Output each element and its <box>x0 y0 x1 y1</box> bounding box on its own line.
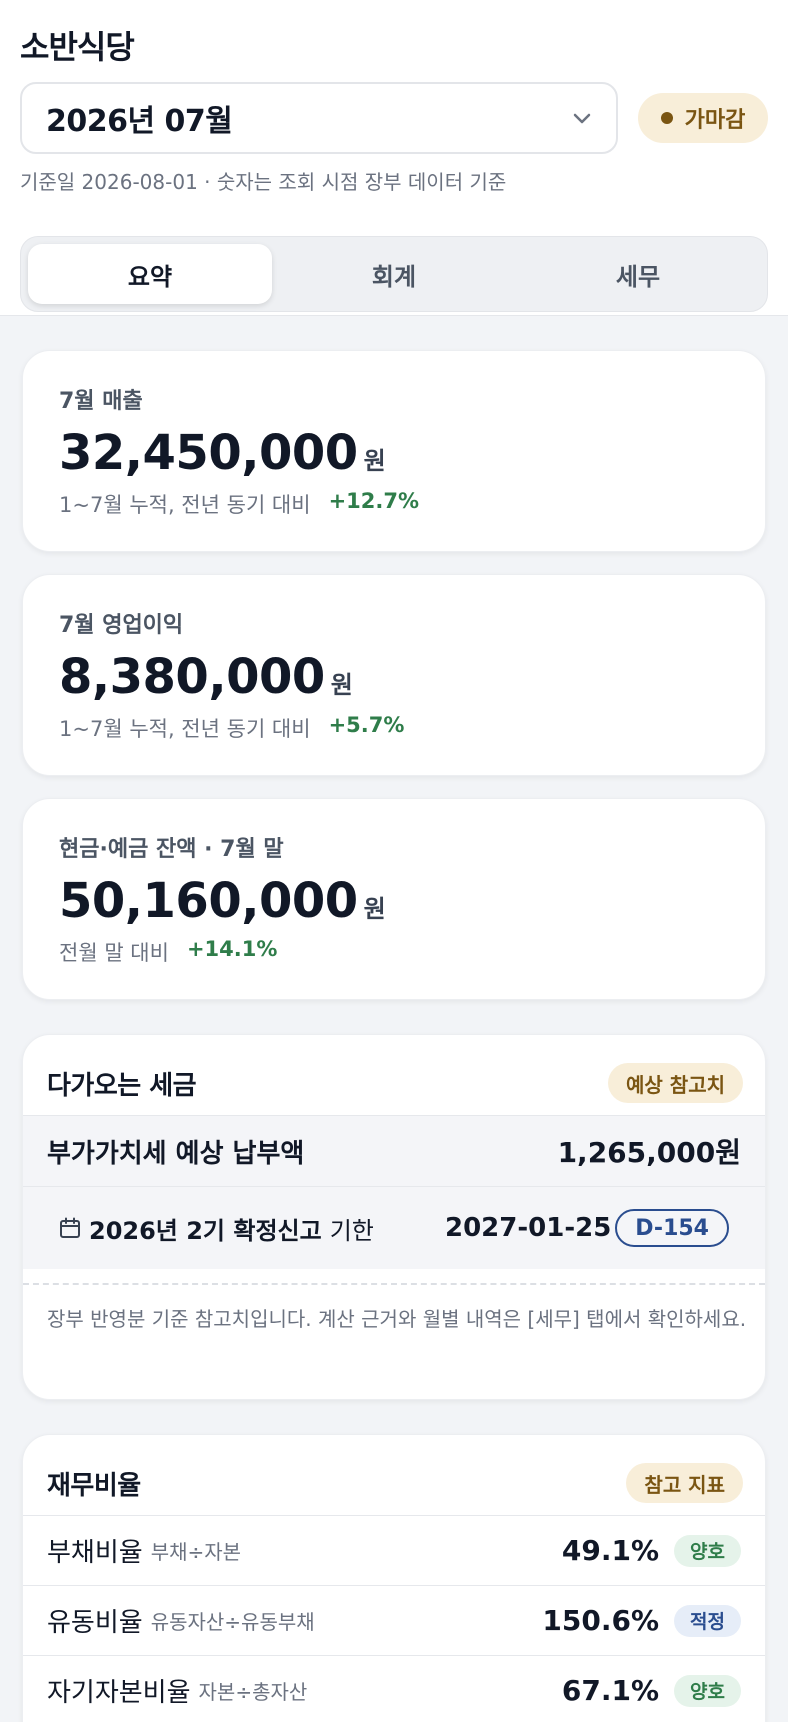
metric-value: 32,450,000 <box>59 425 358 481</box>
tab-tax[interactable]: 세무 <box>516 244 760 304</box>
compare-label: 1~7월 누적, 전년 동기 대비 <box>59 717 311 741</box>
ratio-value: 150.6% <box>542 1604 659 1637</box>
delta-value: +12.7% <box>328 489 420 513</box>
metric-label: 7월 영업이익 <box>59 613 184 638</box>
compare-label: 전월 말 대비 <box>59 941 169 965</box>
delta-value: +14.1% <box>186 937 278 961</box>
tab-accounting[interactable]: 회계 <box>272 244 516 304</box>
ratio-formula: 자본÷총자산 <box>198 1680 308 1704</box>
ratio-formula: 유동자산÷유동부채 <box>150 1610 315 1634</box>
metric-label: 현금·예금 잔액 · 7월 말 <box>59 837 284 862</box>
financial-ratios-card: 재무비율 참고 지표 부채비율 부채÷자본 49.1% 양호 유동비율 유동자산… <box>22 1434 766 1722</box>
app-title: 소반식당 <box>20 28 135 66</box>
vat-row: 부가가치세 예상 납부액 1,265,000원 <box>23 1115 765 1187</box>
ratio-name: 자기자본비율 <box>47 1678 191 1708</box>
filing-period: 2026년 2기 확정신고 <box>89 1216 322 1245</box>
section-title: 재무비율 <box>47 1471 141 1501</box>
metric-compare: 1~7월 누적, 전년 동기 대비 +12.7% <box>59 489 419 519</box>
month-select[interactable]: 2026년 07월 <box>20 82 618 154</box>
basis-note: 기준일 2026-08-01 · 숫자는 조회 시점 장부 데이터 기준 <box>20 170 507 194</box>
compare-label: 1~7월 누적, 전년 동기 대비 <box>59 493 311 517</box>
divider <box>23 1283 765 1285</box>
revenue-card[interactable]: 7월 매출 32,450,000 원 1~7월 누적, 전년 동기 대비 +12… <box>22 350 766 552</box>
section-title: 다가오는 세금 <box>47 1071 197 1101</box>
metric-amount: 32,450,000 원 <box>59 425 386 481</box>
metric-amount: 50,160,000 원 <box>59 873 386 929</box>
delta-value: +5.7% <box>328 713 405 737</box>
ratio-name: 부채비율 <box>47 1538 143 1568</box>
metric-unit: 원 <box>363 447 386 475</box>
vat-amount: 1,265,000원 <box>557 1136 741 1169</box>
chevron-down-icon <box>573 113 591 124</box>
cash-balance-card[interactable]: 현금·예금 잔액 · 7월 말 50,160,000 원 전월 말 대비 +14… <box>22 798 766 1000</box>
ratio-status-badge: 적정 <box>674 1604 741 1637</box>
month-select-value: 2026년 07월 <box>46 104 233 139</box>
metric-label: 7월 매출 <box>59 389 143 414</box>
ratio-status-badge: 양호 <box>674 1534 741 1567</box>
tax-note: 장부 반영분 기준 참고치입니다. 계산 근거와 월별 내역은 [세무] 탭에서… <box>47 1307 747 1331</box>
metric-amount: 8,380,000 원 <box>59 649 353 705</box>
vat-label: 부가가치세 예상 납부액 <box>47 1138 305 1169</box>
metric-compare: 1~7월 누적, 전년 동기 대비 +5.7% <box>59 713 404 743</box>
tab-summary[interactable]: 요약 <box>28 244 272 304</box>
status-label: 가마감 <box>684 108 746 133</box>
calendar-icon <box>60 1217 80 1238</box>
dday-badge: D-154 <box>615 1209 729 1247</box>
tab-bar: 요약 회계 세무 <box>20 236 768 312</box>
metric-unit: 원 <box>363 895 386 923</box>
ratio-row-current: 유동비율 유동자산÷유동부채 150.6% 적정 <box>23 1585 765 1655</box>
due-date: 2027-01-25 <box>445 1213 612 1243</box>
metric-value: 8,380,000 <box>59 649 325 705</box>
ratio-status-badge: 양호 <box>674 1674 741 1707</box>
upcoming-tax-card: 다가오는 세금 예상 참고치 부가가치세 예상 납부액 1,265,000원 2… <box>22 1034 766 1400</box>
ratio-value: 67.1% <box>561 1674 659 1707</box>
metric-compare: 전월 말 대비 +14.1% <box>59 937 277 967</box>
metric-unit: 원 <box>330 671 353 699</box>
ratio-row-debt: 부채비율 부채÷자본 49.1% 양호 <box>23 1515 765 1585</box>
status-badge: 가마감 <box>638 93 768 143</box>
ratio-row-equity: 자기자본비율 자본÷총자산 67.1% 양호 <box>23 1655 765 1722</box>
operating-profit-card[interactable]: 7월 영업이익 8,380,000 원 1~7월 누적, 전년 동기 대비 +5… <box>22 574 766 776</box>
estimate-badge: 예상 참고치 <box>608 1063 743 1103</box>
metric-value: 50,160,000 <box>59 873 358 929</box>
due-row: 2026년 2기 확정신고 기한 2027-01-25 D-154 <box>23 1187 765 1269</box>
header: 소반식당 2026년 07월 가마감 기준일 2026-08-01 · 숫자는 … <box>0 0 788 316</box>
ratio-value: 49.1% <box>561 1534 659 1567</box>
reference-badge: 참고 지표 <box>626 1463 743 1503</box>
ratio-name: 유동비율 <box>47 1608 143 1638</box>
deadline-label: 기한 <box>329 1216 374 1245</box>
ratio-formula: 부채÷자본 <box>150 1540 242 1564</box>
status-dot-icon <box>660 112 673 124</box>
